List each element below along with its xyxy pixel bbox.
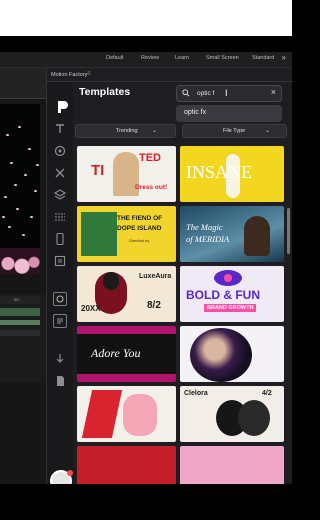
motion-factory-logo-icon [58,101,68,113]
video-preview[interactable] [0,104,40,274]
trending-label: Trending [116,128,138,134]
file-icon[interactable] [53,374,67,388]
loop-icon[interactable] [53,292,67,306]
search-icon [182,89,190,97]
file-type-dropdown[interactable]: File Type ⌄ [182,124,287,138]
elements-icon[interactable] [53,144,67,158]
search-input[interactable]: optic f I × [176,85,282,102]
workspace-tab-small-screen[interactable]: Small Screen [206,55,239,61]
timeline-ruler[interactable] [0,296,40,304]
panel-title[interactable]: Motion Factory [51,72,87,78]
effects-icon[interactable] [53,210,67,224]
program-monitor-panel: 00; [0,68,46,484]
clear-search-icon[interactable]: × [271,87,276,97]
audio-track-clip[interactable] [0,320,40,325]
bottom-area [0,484,292,520]
status-area [0,0,292,36]
flower-image [0,248,40,274]
notification-badge [67,470,73,476]
plugin-sidebar [47,82,73,492]
tile-adore-you[interactable]: Adore You [77,326,176,382]
tile-bold-and-fun[interactable]: BOLD & FUN BRAND GROWTH [180,266,284,322]
workspace-bar: Default Review Learn Small Screen Standa… [0,52,292,68]
search-suggestion[interactable]: optic fx [176,105,282,122]
empty-track[interactable] [0,330,40,336]
ruler-label: 00; [14,297,20,302]
text-icon[interactable] [53,122,67,136]
download-icon[interactable] [53,352,67,366]
tile-luxeaura[interactable]: LuxeAura 8/2 20XX [77,266,176,322]
tile-partial-red[interactable] [77,446,176,484]
audio-track-clip[interactable] [0,308,40,316]
chevron-down-icon: ⌄ [265,128,271,134]
suggestion-label: optic fx [184,109,207,116]
workspace-tab-review[interactable]: Review [141,55,159,61]
mobile-icon[interactable] [53,232,67,246]
page-title: Templates [79,86,131,98]
tile-partial-pink[interactable] [180,446,284,484]
tile-insane[interactable]: INSANE [180,146,284,202]
panel-menu-icon[interactable]: ≡ [87,71,91,77]
timeline-panel [0,293,46,383]
template-grid: TI TED Dress out! INSANE THE FIEND OF DO… [75,144,287,484]
tile-portrait-optic[interactable] [180,326,284,382]
tile-magic-of-meridia[interactable]: The Magic of MERIDIA [180,206,284,262]
tile-abstract-pink[interactable] [77,386,176,442]
tile-timeless[interactable]: TI TED Dress out! [77,146,176,202]
tile-fiend-of-dope-island[interactable]: THE FIEND OF DOPE ISLAND Directed by [77,206,176,262]
sfx-icon[interactable] [53,314,67,328]
workspace-tab-standard[interactable]: Standard [252,55,274,61]
scrollbar[interactable] [287,208,290,254]
search-value[interactable]: optic f [197,90,214,97]
text-cursor-icon: I [225,88,228,98]
chevron-down-icon: ⌄ [152,128,158,134]
tile-clelora[interactable]: Clelora 4/2 [180,386,284,442]
workspace-tab-default[interactable]: Default [106,55,123,61]
transitions-icon[interactable] [53,166,67,180]
file-type-label: File Type [223,128,246,134]
workspace-tab-learn[interactable]: Learn [175,55,189,61]
more-workspaces-icon[interactable]: » [282,53,286,62]
frame-icon[interactable] [53,254,67,268]
trending-dropdown[interactable]: Trending ⌄ [75,124,176,138]
layers-icon[interactable] [53,188,67,202]
motion-factory-panel: Motion Factory ≡ Templates optic f I × o… [46,68,293,492]
panel-header [0,68,46,98]
